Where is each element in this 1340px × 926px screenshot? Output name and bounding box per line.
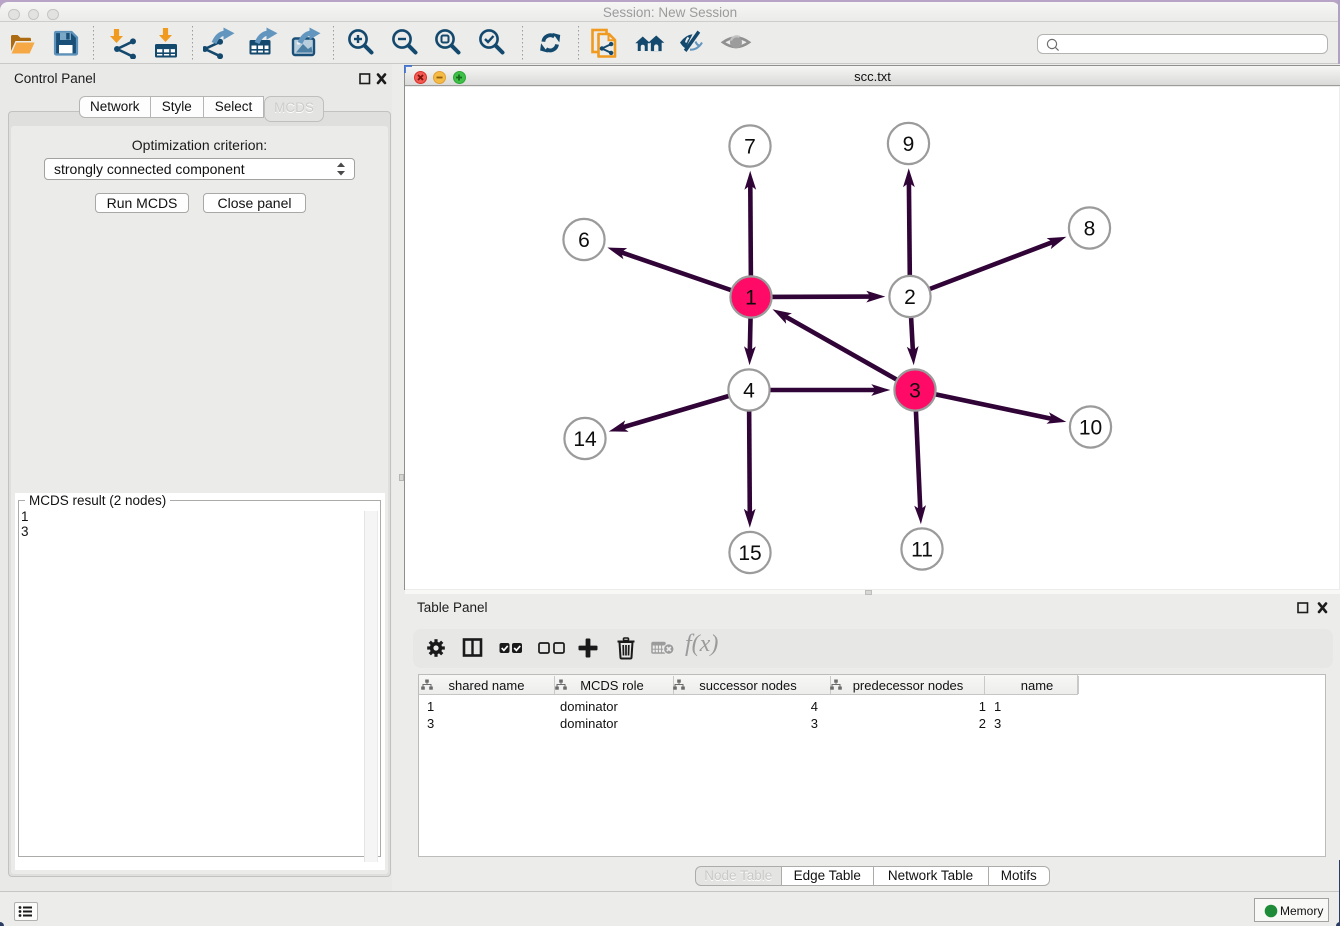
svg-text:15: 15 — [738, 542, 761, 565]
svg-text:3: 3 — [909, 380, 921, 403]
svg-text:9: 9 — [903, 133, 915, 156]
svg-text:14: 14 — [573, 428, 597, 451]
svg-text:8: 8 — [1084, 218, 1096, 241]
svg-text:4: 4 — [743, 380, 755, 403]
svg-text:2: 2 — [904, 286, 916, 309]
svg-text:6: 6 — [578, 229, 590, 252]
svg-text:11: 11 — [911, 539, 933, 562]
svg-text:7: 7 — [744, 136, 756, 159]
svg-text:10: 10 — [1079, 417, 1102, 440]
svg-text:1: 1 — [745, 287, 757, 310]
